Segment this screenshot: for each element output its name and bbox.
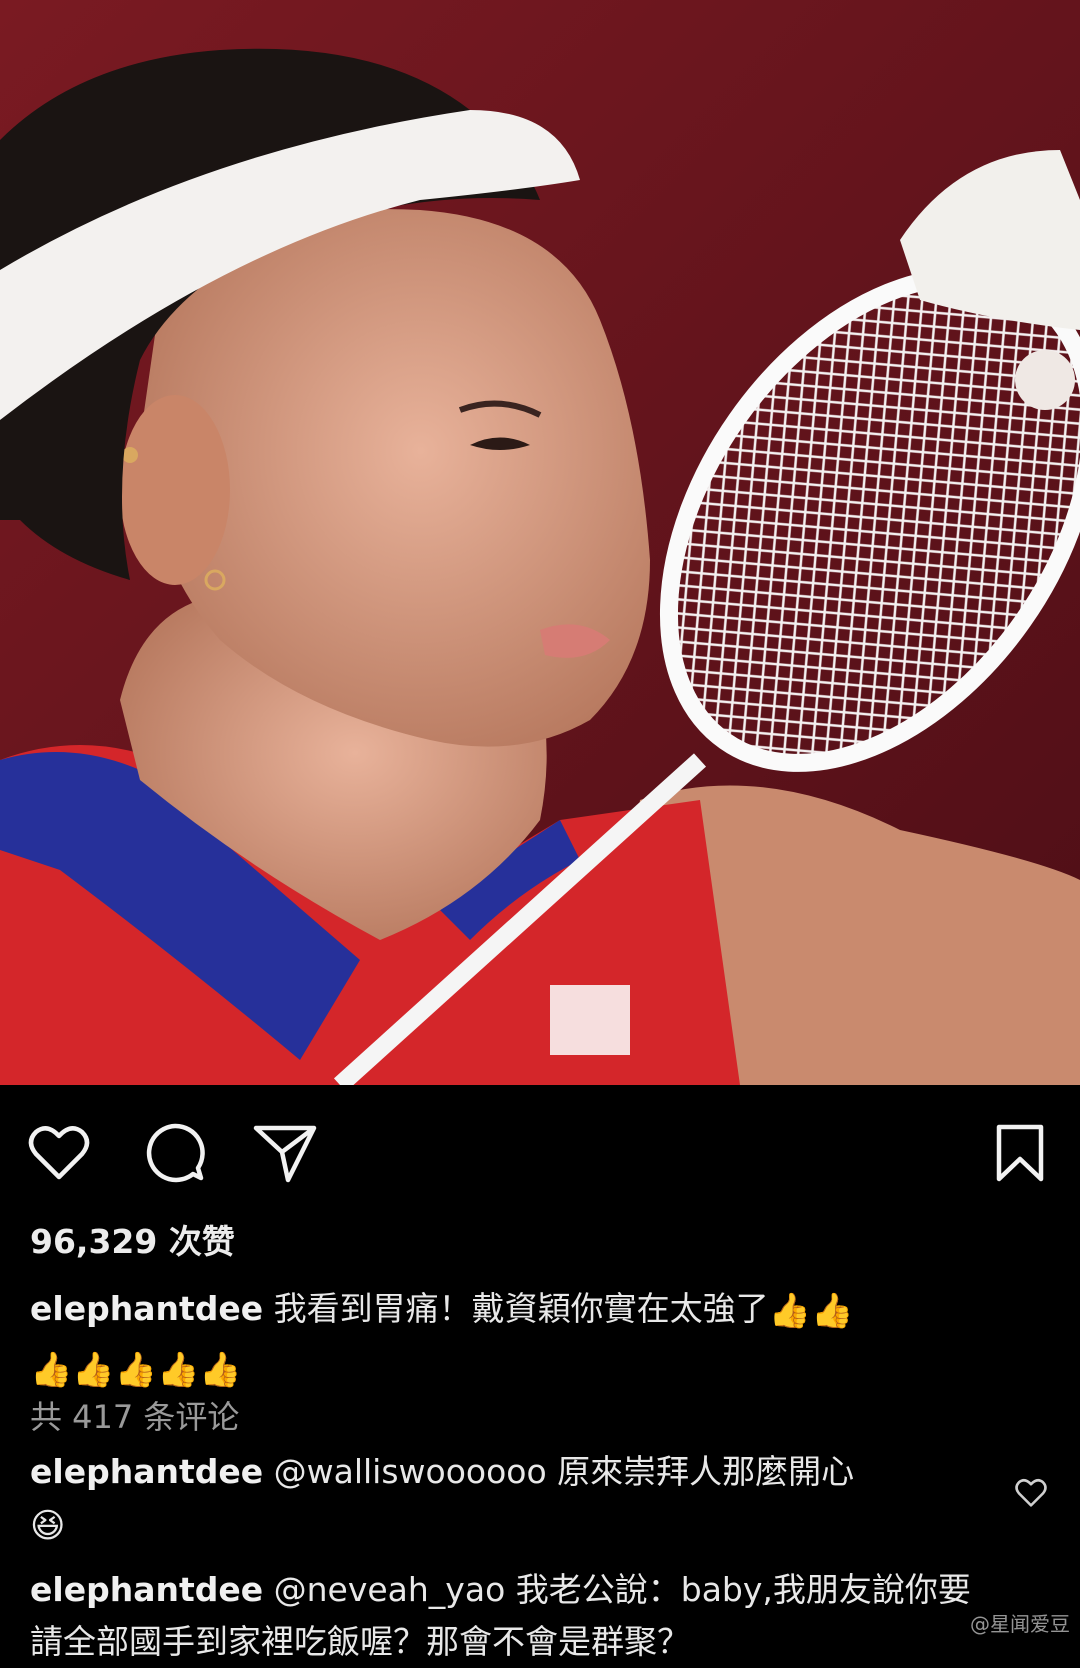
thumbs-up-emoji-row: 👍👍👍👍👍 [30,1350,242,1390]
comment-text: 原來崇拜人那麼開心 [557,1452,855,1491]
heart-icon [1015,1478,1047,1507]
comment-mention[interactable]: @walliswoooooo [274,1452,547,1491]
thumbs-up-emoji: 👍👍 [768,1290,854,1331]
send-icon [253,1125,317,1183]
comment-button[interactable] [140,1108,210,1198]
view-all-comments-link[interactable]: 共 417 条评论 [30,1392,239,1438]
like-button[interactable] [24,1108,94,1198]
laughing-emoji: 😆 [30,1505,66,1546]
caption-username[interactable]: elephantdee [30,1289,263,1328]
likes-count[interactable]: 96,329 次赞 [30,1215,235,1263]
comment-username[interactable]: elephantdee [30,1452,263,1491]
post-caption: elephantdee 我看到胃痛！戴資穎你實在太強了👍👍 👍👍👍👍👍 [30,1280,1030,1399]
bookmark-icon [996,1124,1044,1182]
comment-item: elephantdee @walliswoooooo 原來崇拜人那麼開心 😆 [30,1446,990,1552]
post-photo[interactable] [0,0,1080,1085]
comment-username[interactable]: elephantdee [30,1570,263,1609]
share-button[interactable] [250,1108,320,1198]
action-bar [0,1108,1080,1198]
save-button[interactable] [985,1108,1055,1198]
caption-text: 我看到胃痛！戴資穎你實在太強了 [273,1289,769,1328]
watermark: @星闻爱豆 [970,1612,1070,1636]
comment-mention[interactable]: @neveah_yao [274,1570,506,1609]
comment-icon [146,1123,205,1183]
heart-icon [28,1126,90,1180]
comment-item: elephantdee @neveah_yao 我老公說：baby,我朋友說你要… [30,1564,990,1668]
comment-like-button[interactable] [1015,1478,1047,1512]
